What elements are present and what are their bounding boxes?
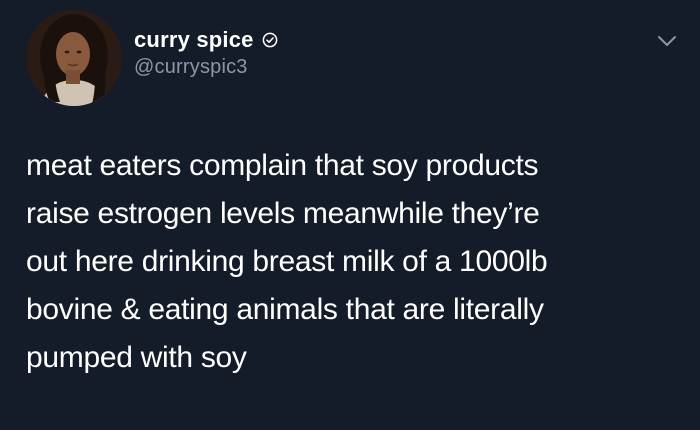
tweet-text-line: out here drinking breast milk of a 1000l…: [26, 245, 548, 278]
tweet-text-line: raise estrogen levels meanwhile they’re: [26, 197, 540, 230]
tweet-text: meat eaters complain that soy products r…: [26, 142, 676, 382]
display-name[interactable]: curry spice: [134, 27, 254, 53]
author-info: curry spice @curryspic3: [134, 26, 278, 79]
name-row: curry spice: [134, 26, 278, 54]
tweet-text-line: bovine & eating animals that are literal…: [26, 293, 544, 326]
avatar-photo: [26, 10, 122, 106]
tweet-text-line: pumped with soy: [26, 341, 247, 374]
verified-badge-icon: [262, 32, 278, 48]
avatar[interactable]: [26, 10, 122, 106]
tweet-card: curry spice @curryspic3 meat eaters comp…: [0, 0, 700, 430]
chevron-down-icon[interactable]: [656, 34, 678, 48]
handle[interactable]: @curryspic3: [134, 56, 278, 79]
tweet-text-line: meat eaters complain that soy products: [26, 149, 539, 182]
